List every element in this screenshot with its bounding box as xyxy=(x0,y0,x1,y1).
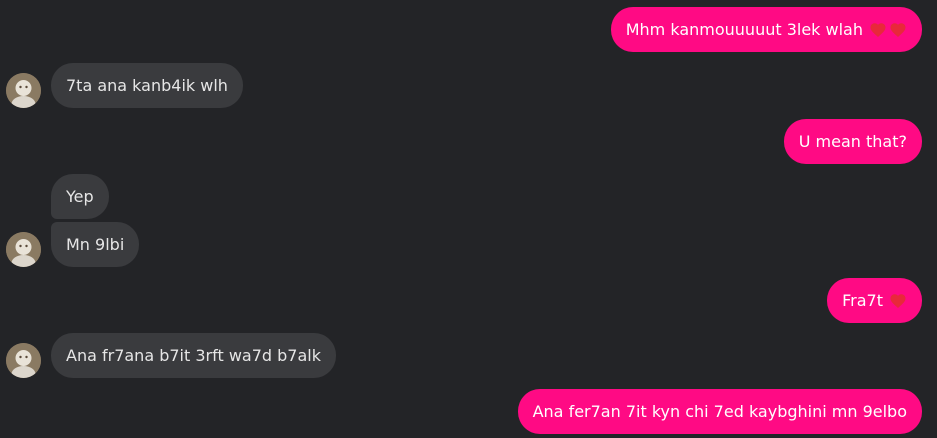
message-text: Ana fr7ana b7it 3rft wa7d b7alk xyxy=(66,345,321,365)
message-text: Ana fer7an 7it kyn chi 7ed kaybghini mn … xyxy=(532,401,907,421)
red-heart-icon xyxy=(890,22,906,37)
chat-thread: Mhm kanmouuuuut 3lek wlah 7ta ana kanb4i… xyxy=(0,0,937,438)
red-heart-icon xyxy=(870,22,886,37)
outgoing-message[interactable]: Mhm kanmouuuuut 3lek wlah xyxy=(610,7,922,52)
profile-photo-icon xyxy=(6,343,41,378)
profile-photo-icon xyxy=(6,73,41,108)
avatar[interactable] xyxy=(6,73,41,108)
message-text: Yep xyxy=(66,186,94,206)
avatar[interactable] xyxy=(6,343,41,378)
incoming-message[interactable]: Ana fr7ana b7it 3rft wa7d b7alk xyxy=(51,333,336,378)
incoming-message[interactable]: Mn 9lbi xyxy=(51,222,140,267)
outgoing-message[interactable]: Fra7t xyxy=(827,278,922,323)
message-text: U mean that? xyxy=(798,131,907,151)
red-heart-icon xyxy=(890,293,906,308)
profile-photo-icon xyxy=(6,232,41,267)
message-text: Mhm kanmouuuuut 3lek wlah xyxy=(625,19,863,39)
incoming-message[interactable]: 7ta ana kanb4ik wlh xyxy=(51,63,243,108)
message-text: Fra7t xyxy=(842,290,883,310)
incoming-message[interactable]: Yep xyxy=(51,174,109,219)
avatar[interactable] xyxy=(6,232,41,267)
outgoing-message[interactable]: Ana fer7an 7it kyn chi 7ed kaybghini mn … xyxy=(517,389,922,434)
outgoing-message[interactable]: U mean that? xyxy=(783,119,922,164)
message-text: 7ta ana kanb4ik wlh xyxy=(66,75,228,95)
message-text: Mn 9lbi xyxy=(66,234,125,254)
